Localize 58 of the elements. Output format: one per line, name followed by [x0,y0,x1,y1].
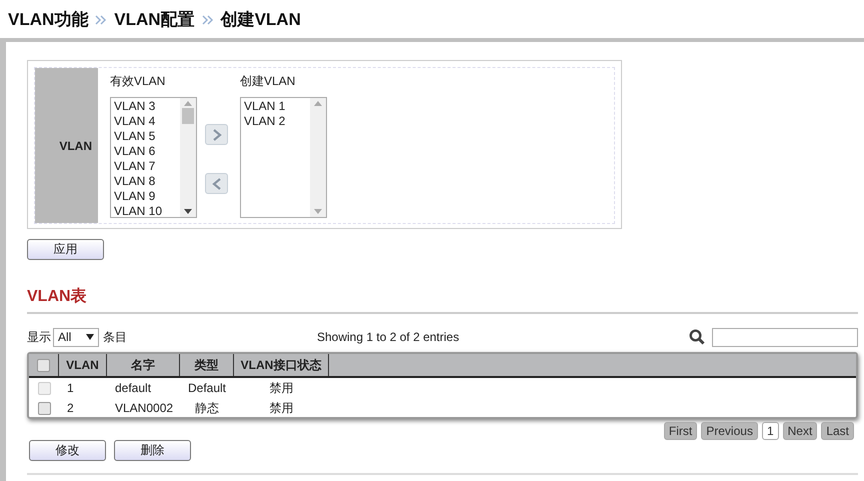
entries-label: 条目 [103,328,127,346]
scroll-up-icon[interactable] [184,101,192,106]
search-icon [689,329,705,345]
list-box[interactable]: VLAN 3 VLAN 4 VLAN 5 VLAN 6 VLAN 7 VLAN 8 VLAN 9 VLAN 10 [110,97,197,218]
chevron-icon [94,14,108,26]
select-all-checkbox[interactable] [37,358,50,372]
list-option[interactable]: VLAN 9 [114,189,180,204]
list-option[interactable]: VLAN 4 [114,114,180,129]
show-label: 显示 [27,328,51,346]
page-button[interactable]: Previous [701,422,758,440]
list-option[interactable]: VLAN 6 [114,144,180,159]
list-title: 创建VLAN [240,73,296,90]
section-title: VLAN表 [27,286,858,314]
list-option[interactable]: VLAN 5 [114,129,180,144]
chevron-icon [200,14,215,26]
list-option[interactable]: VLAN 7 [114,159,180,174]
table-cell-text: Default [186,381,228,395]
table-cell-text: 静态 [194,400,220,416]
list-option[interactable]: VLAN 1 [244,99,310,114]
move-right-button[interactable] [205,124,228,145]
table-cell-text: default [114,381,152,395]
chevron-right-icon [212,128,222,140]
breadcrumb-item[interactable]: VLAN配置 [114,8,195,31]
column-header[interactable]: 名字 [107,354,180,376]
page-button[interactable]: Next [782,422,818,440]
table-cell-text: 禁用 [268,380,294,396]
table-cell-text: 1 [66,381,75,395]
column-header[interactable]: VLAN接口状态 [234,354,329,376]
list-option[interactable]: VLAN 10 [114,204,180,217]
current-page-button[interactable]: 1 [762,422,779,440]
scroll-down-icon[interactable] [184,209,192,214]
chevron-left-icon [212,178,222,190]
move-left-button[interactable] [205,173,228,194]
breadcrumb-item: 创建VLAN [220,9,301,31]
list-option[interactable]: VLAN 8 [114,174,180,189]
list-box[interactable]: VLAN 1 VLAN 2 [240,97,327,218]
table-cell-text: VLAN0002 [114,401,174,415]
list-option[interactable]: VLAN 3 [114,99,180,114]
page-size-select[interactable]: All [53,328,99,346]
page-button[interactable]: First [664,422,698,440]
column-header[interactable]: VLAN [59,354,107,376]
dropdown-icon [86,334,94,340]
column-header[interactable]: 类型 [180,354,234,376]
search-field[interactable] [712,328,858,346]
breadcrumb-item[interactable]: VLAN功能 [8,8,88,31]
apply-button[interactable]: 应用 [27,239,104,260]
list-title: 有效VLAN [110,73,166,90]
scroll-up-icon[interactable] [314,101,322,106]
list-option[interactable]: VLAN 2 [244,114,310,129]
page-button[interactable]: Last [821,422,854,440]
table-cell-text: 2 [66,401,75,415]
scrollbar-thumb[interactable] [182,108,194,124]
edit-button[interactable]: 修改 [29,440,106,461]
row-checkbox[interactable] [38,402,50,414]
entries-info: Showing 1 to 2 of 2 entries [317,330,460,344]
table-cell-text: 禁用 [268,400,294,416]
row-label: VLAN [35,68,98,223]
delete-button[interactable]: 删除 [114,440,191,461]
